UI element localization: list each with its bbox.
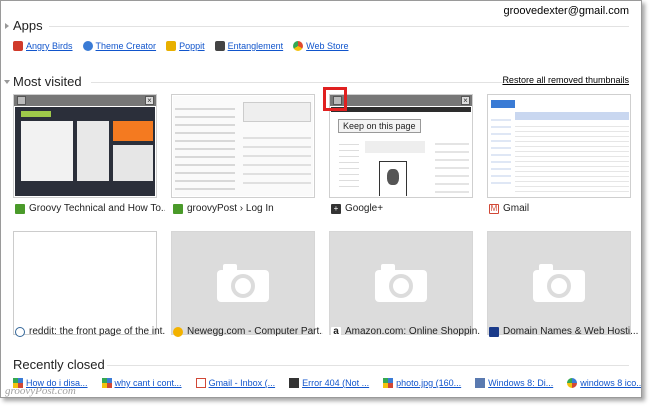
tile-toolbar xyxy=(14,95,156,106)
amazon-favicon: a xyxy=(331,326,341,337)
placeholder-camera-icon xyxy=(217,264,269,302)
thumbnail-image xyxy=(489,96,629,196)
thumbnail-tile[interactable] xyxy=(171,94,315,198)
tile-caption[interactable]: + Google+ xyxy=(331,203,481,214)
recently-closed-item[interactable]: Gmail - Inbox (... xyxy=(195,378,276,388)
recently-closed-link[interactable]: Error 404 (Not ... xyxy=(302,378,369,388)
pin-icon[interactable] xyxy=(17,96,26,105)
recently-closed-link[interactable]: why cant i cont... xyxy=(115,378,182,388)
app-label[interactable]: Angry Birds xyxy=(26,41,73,51)
tile-title[interactable]: Gmail xyxy=(503,203,529,214)
close-icon[interactable]: × xyxy=(461,96,470,105)
apps-list: Angry Birds Theme Creator Poppit Entangl… xyxy=(13,41,359,51)
thumbnail-tile[interactable]: × xyxy=(13,94,157,198)
pin-highlight-box xyxy=(323,87,347,111)
app-label[interactable]: Web Store xyxy=(306,41,348,51)
most-visited-title[interactable]: Most visited xyxy=(13,74,82,89)
most-visited-divider xyxy=(91,82,515,83)
gmail-favicon xyxy=(195,378,206,388)
google-plus-favicon xyxy=(289,378,300,388)
thumbnail-tile[interactable] xyxy=(13,231,157,335)
app-angry-birds[interactable]: Angry Birds xyxy=(13,41,73,51)
thumbnail-tile[interactable]: × xyxy=(329,94,473,198)
thumbnail-tile[interactable] xyxy=(487,94,631,198)
tile-caption[interactable]: a Amazon.com: Online Shoppin... xyxy=(331,326,481,337)
tile-caption[interactable]: reddit: the front page of the int... xyxy=(15,326,165,337)
user-email[interactable]: groovedexter@gmail.com xyxy=(504,5,630,17)
app-web-store[interactable]: Web Store xyxy=(293,41,349,51)
apps-divider xyxy=(49,26,629,27)
tile-title[interactable]: Domain Names & Web Hosti... xyxy=(503,326,638,337)
poppit-icon xyxy=(166,41,177,51)
recently-closed-item[interactable]: photo.jpg (160... xyxy=(383,378,461,388)
recently-closed-title: Recently closed xyxy=(13,357,105,372)
new-tab-page: groovedexter@gmail.com Apps Angry Birds … xyxy=(0,0,642,398)
recently-closed-link[interactable]: windows 8 ico... xyxy=(580,378,641,388)
placeholder-camera-icon xyxy=(375,264,427,302)
google-favicon xyxy=(383,378,394,388)
recently-closed-list: How do i disa... why cant i cont... Gmai… xyxy=(13,378,641,388)
newegg-favicon xyxy=(173,326,183,337)
tile-title[interactable]: Google+ xyxy=(345,203,383,214)
thumbnail-image xyxy=(173,96,313,196)
apps-section-title[interactable]: Apps xyxy=(13,18,43,33)
thumbnail-tile[interactable] xyxy=(487,231,631,335)
watermark: groovyPost.com xyxy=(5,385,76,397)
close-icon[interactable]: × xyxy=(145,96,154,105)
recently-closed-item[interactable]: Error 404 (Not ... xyxy=(289,378,369,388)
tile-title[interactable]: groovyPost › Log In xyxy=(187,203,274,214)
apps-collapse-icon[interactable] xyxy=(5,23,9,29)
tile-toolbar xyxy=(330,95,472,106)
tooltip: Keep on this page xyxy=(338,119,421,133)
tile-title[interactable]: Groovy Technical and How To... xyxy=(29,203,165,214)
recently-closed-item[interactable]: why cant i cont... xyxy=(101,378,182,388)
domain-favicon xyxy=(489,326,499,337)
web-store-icon xyxy=(293,41,304,51)
tile-caption[interactable]: Newegg.com - Computer Part... xyxy=(173,326,323,337)
thumbnail-tile[interactable] xyxy=(329,231,473,335)
app-poppit[interactable]: Poppit xyxy=(166,41,205,51)
recently-closed-link[interactable]: Windows 8: Di... xyxy=(488,378,553,388)
recently-closed-item[interactable]: windows 8 ico... xyxy=(567,378,641,388)
thumbnail-image xyxy=(15,107,155,196)
tile-caption[interactable]: M Gmail xyxy=(489,203,639,214)
gmail-favicon: M xyxy=(489,203,499,214)
app-label[interactable]: Theme Creator xyxy=(96,41,157,51)
recently-closed-link[interactable]: photo.jpg (160... xyxy=(396,378,461,388)
app-theme-creator[interactable]: Theme Creator xyxy=(82,41,157,51)
google-favicon xyxy=(101,378,112,388)
tile-title[interactable]: Newegg.com - Computer Part... xyxy=(187,326,323,337)
placeholder-camera-icon xyxy=(533,264,585,302)
app-label[interactable]: Poppit xyxy=(179,41,205,51)
recently-closed-item[interactable]: Windows 8: Di... xyxy=(475,378,553,388)
groovypost-favicon xyxy=(173,203,183,214)
tile-caption[interactable]: Groovy Technical and How To... xyxy=(15,203,165,214)
app-label[interactable]: Entanglement xyxy=(228,41,284,51)
most-visited-collapse-icon[interactable] xyxy=(4,80,10,84)
thumbnail-image xyxy=(15,233,155,333)
theme-creator-icon xyxy=(82,41,93,51)
tile-title[interactable]: reddit: the front page of the int... xyxy=(29,326,165,337)
restore-thumbnails-link[interactable]: Restore all removed thumbnails xyxy=(502,75,629,85)
tile-title[interactable]: Amazon.com: Online Shoppin... xyxy=(345,326,481,337)
recently-closed-link[interactable]: Gmail - Inbox (... xyxy=(209,378,276,388)
entanglement-icon xyxy=(214,41,225,51)
google-plus-favicon: + xyxy=(331,203,341,214)
recently-closed-divider xyxy=(107,365,629,366)
tile-caption[interactable]: Domain Names & Web Hosti... xyxy=(489,326,639,337)
thumbnail-tile[interactable] xyxy=(171,231,315,335)
reddit-favicon xyxy=(15,326,25,337)
app-entanglement[interactable]: Entanglement xyxy=(214,41,284,51)
groovypost-favicon xyxy=(15,203,25,214)
google-favicon xyxy=(567,378,578,388)
angry-birds-icon xyxy=(13,41,23,51)
page-favicon xyxy=(475,378,486,388)
tile-caption[interactable]: groovyPost › Log In xyxy=(173,203,323,214)
